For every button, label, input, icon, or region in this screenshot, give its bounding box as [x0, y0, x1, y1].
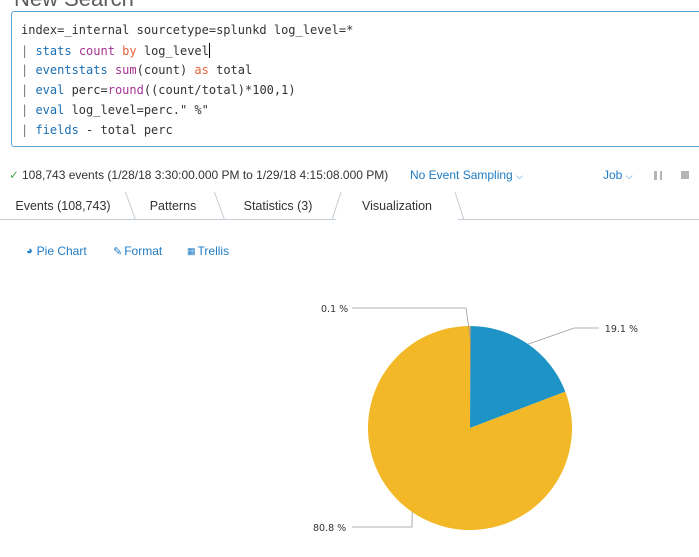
search-token: - total perc — [78, 123, 173, 137]
search-line: index=_internal sourcetype=splunkd log_l… — [21, 23, 353, 37]
search-line: | eval log_level=perc." %" — [21, 103, 209, 117]
tab-events-label: Events (108,743) — [15, 198, 111, 213]
event-sampling-dropdown[interactable]: No Event Sampling ⌵ — [410, 168, 523, 182]
search-token: as — [194, 63, 209, 77]
search-token: | — [21, 103, 36, 117]
trellis-button[interactable]: ▦ Trellis — [187, 244, 229, 258]
tab-statistics-label: Statistics (3) — [243, 198, 313, 213]
chevron-down-icon: ⌵ — [625, 171, 633, 181]
slice-label: 80.8 % — [313, 523, 346, 534]
search-token — [108, 63, 115, 77]
search-token: by — [122, 44, 137, 58]
search-token: | — [21, 63, 36, 77]
search-token: eval — [35, 83, 65, 97]
search-token: fields — [35, 123, 79, 137]
search-line: | eval perc=round((count/total)*100,1) — [21, 83, 296, 97]
search-token: log_level=perc." %" — [64, 103, 209, 117]
search-token: | — [21, 83, 36, 97]
search-token: eval — [35, 103, 65, 117]
format-button[interactable]: ✎ Format — [113, 244, 162, 258]
search-token: (count) — [136, 63, 195, 77]
leader-line — [352, 511, 413, 528]
tab-patterns-label: Patterns — [149, 198, 197, 213]
format-label: Format — [124, 244, 163, 258]
tab-statistics[interactable]: Statistics (3) — [226, 192, 330, 219]
leader-line — [527, 327, 599, 345]
results-tab-bar: Events (108,743) Patterns Statistics (3)… — [0, 192, 699, 220]
pie-chart-label: Pie Chart — [36, 244, 87, 258]
job-menu-button[interactable]: Job ⌵ — [603, 168, 633, 182]
search-token — [72, 44, 79, 58]
search-token: log_level — [136, 44, 209, 58]
tab-visualization[interactable]: Visualization — [336, 192, 458, 220]
tab-visualization-label: Visualization — [362, 199, 432, 213]
search-token: eventstats — [35, 63, 108, 77]
checkmark-icon: ✓ — [9, 168, 20, 182]
stop-icon[interactable] — [681, 171, 689, 179]
pie-chart-icon: ◕ — [26, 245, 33, 257]
pie-chart-button[interactable]: ◕ Pie Chart — [26, 244, 87, 258]
search-token: | — [21, 44, 36, 58]
pie-chart: 0.1 % 19.1 % 80.8 % — [313, 304, 638, 534]
search-token: total — [208, 63, 253, 77]
text-cursor — [208, 43, 210, 58]
search-token: | — [21, 123, 36, 137]
search-token: count — [78, 44, 115, 58]
tab-divider — [213, 192, 226, 220]
chevron-down-icon: ⌵ — [516, 171, 523, 181]
search-line: | fields - total perc — [21, 123, 173, 137]
search-line: | stats count by log_level — [21, 43, 210, 58]
search-token: index=_internal sourcetype=splunkd log_l… — [21, 23, 354, 37]
search-query-editor[interactable]: index=_internal sourcetype=splunkd log_l… — [11, 11, 699, 147]
search-token: round — [107, 83, 144, 97]
search-line: | eventstats sum(count) as total — [21, 63, 252, 77]
tab-events[interactable]: Events (108,743) — [0, 192, 126, 219]
trellis-label: Trellis — [197, 244, 230, 258]
search-token: stats — [35, 44, 72, 58]
pause-icon[interactable] — [654, 171, 662, 180]
slice-label: 0.1 % — [321, 304, 348, 315]
search-token: sum — [114, 63, 137, 77]
job-label: Job — [603, 168, 623, 182]
search-token: perc= — [64, 83, 108, 97]
search-status-bar: ✓ 108,743 events (1/28/18 3:30:00.000 PM… — [0, 160, 699, 190]
event-count-summary: 108,743 events (1/28/18 3:30:00.000 PM t… — [22, 168, 389, 182]
search-token: ((count/total)*100,1) — [143, 83, 296, 97]
tab-patterns[interactable]: Patterns — [134, 192, 212, 219]
event-sampling-label: No Event Sampling — [410, 168, 513, 182]
slice-label: 19.1 % — [605, 324, 638, 335]
grid-icon: ▦ — [187, 245, 196, 256]
pencil-icon: ✎ — [113, 245, 123, 258]
